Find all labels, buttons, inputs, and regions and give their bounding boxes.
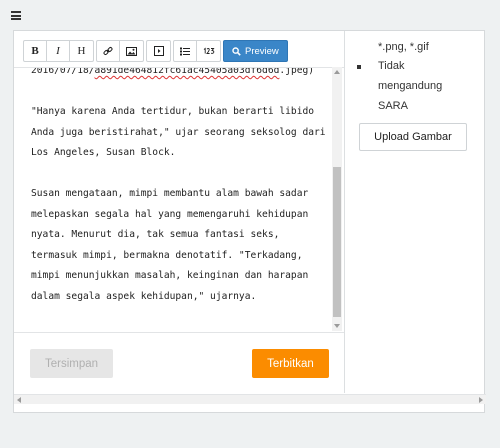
image-icon xyxy=(126,46,137,56)
heading-button[interactable]: H xyxy=(70,41,93,61)
insert-group xyxy=(96,40,144,62)
rule-line: Tidak xyxy=(378,60,405,72)
upload-image-button[interactable]: Upload Gambar xyxy=(359,123,467,151)
editor-panel: B I H Preview 2016/07/18/a891de464812fc6… xyxy=(13,30,486,413)
link-button[interactable] xyxy=(97,41,120,61)
preview-button[interactable]: Preview xyxy=(223,40,288,62)
scroll-up-arrow-icon[interactable] xyxy=(334,70,340,74)
top-bar xyxy=(0,0,500,30)
editor-content[interactable]: 2016/07/18/a891de464812fc61ac45405a03df6… xyxy=(31,67,331,307)
editor-line xyxy=(31,82,331,103)
editor-line: Anda juga beristirahat," ujar seorang se… xyxy=(31,126,326,138)
bullet-list-button[interactable] xyxy=(174,41,197,61)
preview-label: Preview xyxy=(245,45,279,57)
editor-line: Los Angeles, Susan Block. xyxy=(31,147,176,158)
link-icon xyxy=(103,47,113,55)
publish-button[interactable]: Terbitkan xyxy=(252,349,329,378)
editor-line: nyata. Menurut dia, tak semua fantasi se… xyxy=(31,229,280,240)
bullet-list-icon xyxy=(180,47,190,55)
editor-scrollbar[interactable] xyxy=(332,67,342,331)
bold-button[interactable]: B xyxy=(24,41,47,61)
editor-toolbar: B I H Preview xyxy=(23,40,288,62)
editor-line xyxy=(31,164,331,185)
editor-line: "Hanya karena Anda tertidur, bukan berar… xyxy=(31,106,315,117)
editor-line: dalam segala aspek kehidupan," ujarnya. xyxy=(31,290,257,302)
editor-line: termasuk mimpi, bermakna denotatif. "Ter… xyxy=(31,249,303,261)
rule-item: Tidak mengandung SARA xyxy=(378,56,442,116)
scrollbar-thumb[interactable] xyxy=(333,167,341,317)
hamburger-menu-icon[interactable] xyxy=(11,11,21,20)
editor-line: 2016/07/18/a891de464812fc61ac45405a03df6… xyxy=(31,67,315,76)
allowed-formats-text: *.png, *.gif xyxy=(378,41,429,53)
scroll-down-arrow-icon[interactable] xyxy=(334,324,340,328)
saved-button: Tersimpan xyxy=(30,349,113,378)
divider xyxy=(14,332,344,333)
embed-button[interactable] xyxy=(147,41,170,61)
scroll-left-arrow-icon[interactable] xyxy=(17,397,21,403)
rule-line: mengandung xyxy=(378,80,443,92)
markdown-editor[interactable]: 2016/07/18/a891de464812fc61ac45405a03df6… xyxy=(14,67,344,331)
editor-line: mimpi menunjukkan masalah, keinginan dan… xyxy=(31,270,309,281)
editor-line: melepaskan segala hal yang memengaruhi k… xyxy=(31,208,309,220)
image-button[interactable] xyxy=(120,41,143,61)
list-group xyxy=(173,40,221,62)
embed-icon xyxy=(153,46,164,56)
upload-sidebar: *.png, *.gif Tidak mengandung SARA Uploa… xyxy=(345,31,486,393)
editor-line: Susan mengataan, mimpi membantu alam baw… xyxy=(31,188,309,199)
search-icon xyxy=(232,46,241,56)
numbered-list-button[interactable] xyxy=(197,41,220,61)
bullet xyxy=(357,65,361,69)
scroll-right-arrow-icon[interactable] xyxy=(479,397,483,403)
url-filename: a891de464812fc61ac45405a03df6d6d xyxy=(94,67,280,76)
embed-group xyxy=(146,40,171,62)
numbered-list-icon xyxy=(203,47,215,54)
rule-line: SARA xyxy=(378,100,408,112)
horizontal-scrollbar[interactable] xyxy=(14,394,486,404)
text-format-group: B I H xyxy=(23,40,94,62)
italic-button[interactable]: I xyxy=(47,41,70,61)
